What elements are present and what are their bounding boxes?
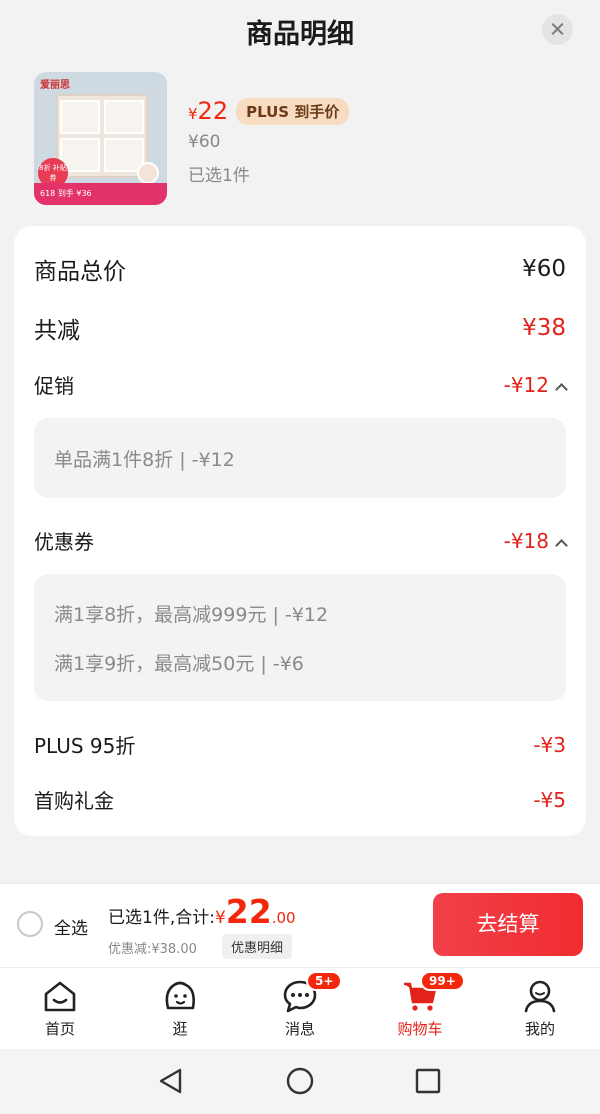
coupon-detail-box: 满1享8折，最高减999元 | -¥12 满1享9折，最高减50元 | -¥6 — [34, 574, 566, 701]
tab-mine-label: 我的 — [524, 1020, 555, 1038]
close-icon[interactable] — [542, 14, 573, 45]
price-breakdown-card: 商品总价 ¥60 共减 ¥38 促销 -¥12 单品满1件8折 | -¥12 优… — [14, 226, 586, 836]
tab-browse[interactable]: 逛 — [120, 968, 240, 1050]
promo-value: -¥12 — [504, 373, 568, 397]
tab-mine[interactable]: 我的 — [480, 968, 600, 1050]
product-selected-count: 已选1件 — [188, 166, 250, 186]
tab-messages[interactable]: 5+ 消息 — [240, 968, 360, 1050]
first-purchase-row: 首购礼金 -¥5 — [34, 785, 566, 814]
checkout-button[interactable]: 去结算 — [433, 893, 583, 956]
total-amount: 22 — [225, 892, 272, 931]
first-purchase-value: -¥5 — [533, 787, 566, 812]
promo-detail-line: 单品满1件8折 | -¥12 — [54, 449, 235, 471]
checkout-bar: 全选 已选1件,合计: ¥ 22 .00 优惠减:¥38.00 优惠明细 去结算 — [0, 883, 600, 967]
summary-prefix: 已选1件,合计: — [108, 908, 215, 928]
tab-messages-label: 消息 — [284, 1020, 315, 1038]
order-summary: 已选1件,合计: ¥ 22 .00 — [108, 892, 296, 931]
page-title: 商品明细 — [246, 19, 354, 50]
product-image: 爱丽思 8折 补贴券 618 到手 ¥36 — [34, 72, 167, 205]
total-row: 商品总价 ¥60 — [34, 252, 566, 286]
bottom-tab-bar: 首页 逛 5+ 消息 99+ 购物车 我的 — [0, 967, 600, 1049]
home-circle-icon[interactable] — [286, 1067, 314, 1095]
coupon-detail-line: 满1享8折，最高减999元 | -¥12 — [54, 604, 329, 626]
messages-badge: 5+ — [306, 971, 343, 991]
promo-detail-box: 单品满1件8折 | -¥12 — [34, 418, 566, 498]
discount-detail-button[interactable]: 优惠明细 — [222, 934, 293, 959]
tab-browse-label: 逛 — [172, 1020, 188, 1038]
endorser-avatar — [137, 162, 159, 184]
system-nav-bar — [0, 1049, 600, 1114]
saved-amount: 优惠减:¥38.00 — [108, 942, 197, 957]
chevron-up-icon[interactable] — [555, 538, 568, 552]
plus-discount-value: -¥3 — [533, 732, 566, 757]
tab-home-label: 首页 — [44, 1020, 75, 1038]
detail-sheet: 商品明细 爱丽思 8折 补贴券 618 到手 ¥36 ¥22 PLUS 到手价 … — [0, 0, 600, 882]
promo-label: 促销 — [34, 374, 74, 398]
plus-price-tag: PLUS 到手价 — [236, 97, 350, 125]
recents-square-icon[interactable] — [414, 1067, 442, 1095]
select-all-label[interactable]: 全选 — [54, 914, 88, 939]
profile-icon — [524, 980, 556, 1013]
reduce-label: 共减 — [34, 318, 80, 344]
tab-home[interactable]: 首页 — [0, 968, 120, 1050]
total-decimals: .00 — [271, 909, 296, 927]
back-icon[interactable] — [157, 1067, 185, 1095]
product-price-row: ¥22 PLUS 到手价 — [188, 97, 350, 125]
home-icon — [44, 981, 76, 1012]
total-currency: ¥ — [214, 908, 226, 928]
tab-cart[interactable]: 99+ 购物车 — [360, 968, 480, 1050]
promo-banner: 618 到手 ¥36 — [34, 183, 167, 205]
browse-face-icon — [165, 981, 195, 1010]
product-price-now: ¥22 — [188, 97, 229, 125]
coupon-row[interactable]: 优惠券 -¥18 — [34, 526, 568, 555]
total-value: ¥60 — [522, 256, 566, 282]
shoe-box-illustration — [56, 94, 148, 178]
chevron-up-icon[interactable] — [555, 382, 568, 396]
plus-discount-row: PLUS 95折 -¥3 — [34, 730, 566, 759]
product-original-price: ¥60 — [188, 132, 221, 152]
coupon-detail-line: 满1享9折，最高减50元 | -¥6 — [54, 653, 304, 675]
reduce-value: ¥38 — [522, 315, 566, 341]
cart-badge: 99+ — [420, 971, 465, 991]
total-label: 商品总价 — [34, 259, 126, 285]
first-purchase-label: 首购礼金 — [34, 789, 114, 813]
product-brand-text: 爱丽思 — [40, 80, 70, 91]
plus-discount-label: PLUS 95折 — [34, 734, 136, 758]
reduce-row: 共减 ¥38 — [34, 311, 566, 345]
select-all-checkbox[interactable] — [17, 911, 43, 937]
coupon-value: -¥18 — [504, 529, 568, 553]
coupon-label: 优惠券 — [34, 530, 94, 554]
promo-row[interactable]: 促销 -¥12 — [34, 370, 568, 399]
tab-cart-label: 购物车 — [397, 1020, 443, 1038]
